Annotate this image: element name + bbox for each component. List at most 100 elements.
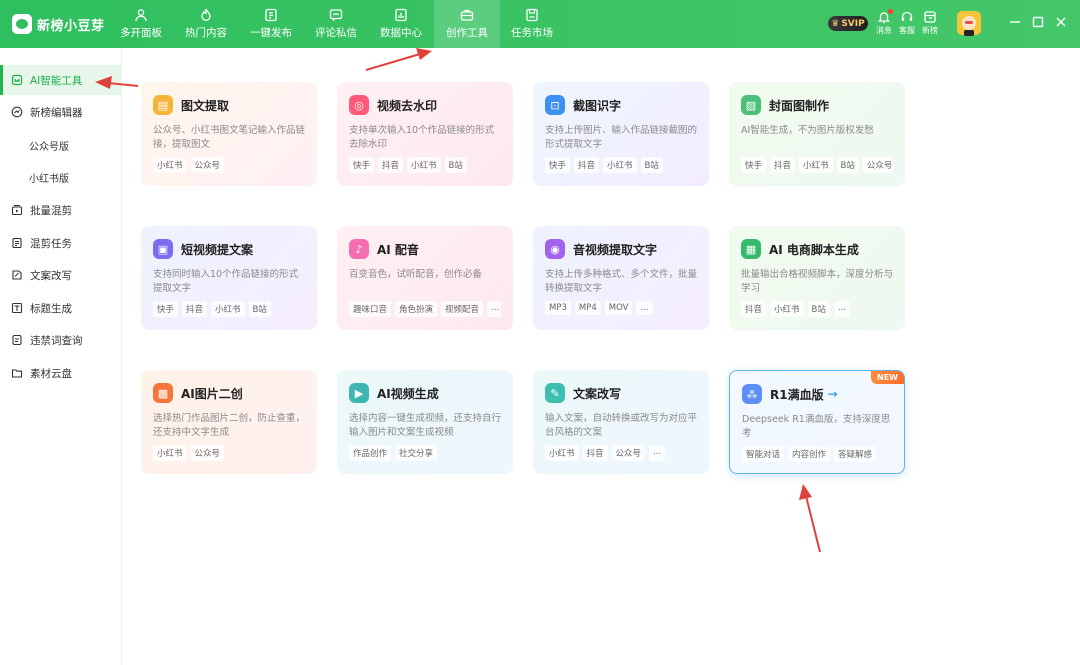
message-icon [329, 9, 343, 21]
platform-tag: 小红书 [407, 157, 441, 173]
card-title: 音视频提取文字 [573, 242, 658, 257]
ai-tool-icon [11, 74, 23, 86]
platform-tag: 小红书 [770, 301, 804, 317]
card-description: 选择热门作品图片二创，防止查重，还支持中文字生成 [153, 413, 305, 438]
nav-tab-data-center[interactable]: 数据中心 [375, 0, 427, 48]
tool-card-voice[interactable]: ♪ AI 配音 百变音色，试听配音，创作必备 趣味口音 角色扮演 视频配音... [337, 226, 513, 330]
newrank-button[interactable]: 新榜 [919, 10, 941, 36]
card-title: AI 配音 [377, 242, 419, 257]
tool-card-ecommerce-script[interactable]: ▦ AI 电商脚本生成 批量输出合格视频脚本，深度分析与学习 抖音 小红书 B站... [729, 226, 905, 330]
card-tags: 快手 抖音 小红书 B站 [153, 301, 305, 317]
copy-rewrite-icon: ✎ [545, 383, 565, 403]
ecommerce-script-icon: ▦ [741, 239, 761, 259]
platform-tag: 抖音 [574, 157, 600, 173]
nav-tab-comments-dm[interactable]: 评论私信 [310, 0, 362, 48]
title-icon [11, 302, 23, 314]
card-tags: 小红书 公众号 [153, 445, 305, 461]
maximize-icon[interactable] [1030, 14, 1046, 30]
platform-tag: 社交分享 [395, 445, 438, 461]
nav-tab-task-market[interactable]: 任务市场 [506, 0, 558, 48]
sidebar-item-batch-edit[interactable]: 批量混剪 [0, 195, 122, 225]
tool-card-watermark-remove[interactable]: ◎ 视频去水印 支持单次输入10个作品链接的形式去除水印 快手 抖音 小红书 B站 [337, 82, 513, 186]
platform-tag: 智能对话 [742, 446, 785, 462]
platform-tag: MP4 [574, 301, 601, 315]
fire-icon [201, 8, 211, 21]
platform-tag: 抖音 [770, 157, 796, 173]
platform-tag: 小红书 [545, 445, 579, 461]
tool-card-image-text[interactable]: ▤ 图文提取 公众号、小红书图文笔记输入作品链接，提取图文 小红书 公众号 [141, 82, 317, 186]
card-header: ⊡ 截图识字 [545, 94, 697, 116]
card-description: 支持上传多种格式、多个文件，批量转换提取文字 [545, 269, 697, 294]
rewrite-icon [12, 270, 22, 280]
platform-tag: 抖音 [182, 301, 208, 317]
image-remix-icon: ▩ [153, 383, 173, 403]
tool-card-video-generate[interactable]: ▶ AI视频生成 选择内容一键生成视频，还支持自行输入图片和文案生成视频 作品创作 社交… [337, 370, 513, 474]
card-header: ▦ AI 电商脚本生成 [741, 238, 893, 260]
card-header: ◎ 视频去水印 [349, 94, 501, 116]
app-brand: 新榜小豆芽 [12, 12, 105, 36]
annotation-arrow-tab [365, 48, 432, 71]
card-title: AI 电商脚本生成 [769, 242, 859, 257]
toolbox-icon [460, 9, 474, 21]
message-button[interactable]: 消息 [873, 9, 895, 36]
platform-tag: 快手 [153, 301, 179, 317]
card-tags: MP3 MP4 MOV... [545, 301, 697, 315]
platform-tag: 快手 [545, 157, 571, 173]
sidebar-item-forbidden-words[interactable]: 违禁词查询 [0, 325, 122, 355]
card-title: 图文提取 [181, 98, 230, 113]
card-header: ◉ 音视频提取文字 [545, 238, 697, 260]
sidebar-item-editor[interactable]: 新榜编辑器 [0, 97, 122, 127]
sidebar: AI智能工具 新榜编辑器 公众号版 小红书版 批量混剪 混剪任务 文案改写 标题… [0, 48, 122, 665]
tool-card-copy-rewrite[interactable]: ✎ 文案改写 输入文案，自动转换或改写为对应平台风格的文案 小红书 抖音 公众号... [533, 370, 709, 474]
nav-tab-multi-panel[interactable]: 多开面板 [115, 0, 167, 48]
minimize-icon[interactable] [1007, 14, 1023, 30]
publish-icon [265, 8, 277, 22]
crown-icon: ♛ [831, 18, 840, 29]
save-icon [526, 8, 538, 22]
card-description: 输入文案，自动转换或改写为对应平台风格的文案 [545, 413, 697, 438]
card-tags: 作品创作 社交分享 [349, 445, 501, 461]
card-tags: 智能对话 内容创作 答疑解惑 [742, 446, 892, 462]
nav-tab-hot-content[interactable]: 热门内容 [180, 0, 232, 48]
card-header: ▩ AI图片二创 [153, 382, 305, 404]
platform-tag: B站 [836, 157, 859, 173]
platform-tag: 快手 [349, 157, 375, 173]
card-title: AI图片二创 [181, 386, 243, 401]
tool-card-deepseek[interactable]: ⁂ R1满血版 → Deepseek R1满血版，支持深度思考 智能对话 内容创作 答疑解惑… [729, 370, 905, 474]
sidebar-item-edit-tasks[interactable]: 混剪任务 [0, 228, 122, 258]
tool-card-video-script[interactable]: ▣ 短视频提文案 支持同时输入10个作品链接的形式提取文字 快手 抖音 小红书 B站 [141, 226, 317, 330]
platform-tag: ... [833, 301, 850, 317]
card-description: 公众号、小红书图文笔记输入作品链接，提取图文 [153, 125, 305, 150]
newrank-icon [924, 11, 936, 23]
customer-service-button[interactable]: 客服 [896, 10, 918, 36]
tool-card-image-remix[interactable]: ▩ AI图片二创选择热门作品图片二创，防止查重，还支持中文字生成小红书 公众号 [141, 370, 317, 474]
card-title: 封面图制作 [769, 98, 830, 113]
video-script-icon: ▣ [153, 239, 173, 259]
card-tags: 快手 抖音 小红书 B站 [349, 157, 501, 173]
sidebar-item-title-generate[interactable]: 标题生成 [0, 293, 122, 323]
platform-tag: MP3 [545, 301, 571, 315]
tool-card-screenshot-ocr[interactable]: ⊡ 截图识字 支持上传图片、输入作品链接截图的形式提取文字 快手 抖音 小红书 B站 [533, 82, 709, 186]
platform-tag: ... [649, 445, 666, 461]
sidebar-item-copy-rewrite[interactable]: 文案改写 [0, 260, 122, 290]
sidebar-item-xiaohongshu-version[interactable]: 小红书版 [0, 162, 122, 192]
platform-tag: 趣味口音 [349, 301, 392, 317]
nav-tab-creation-tools[interactable]: 创作工具 [434, 0, 500, 48]
sidebar-item-ai-tools[interactable]: AI智能工具 [0, 65, 122, 95]
card-title: 短视频提文案 [181, 242, 254, 257]
platform-tag: ... [636, 301, 653, 315]
sidebar-item-wechat-version[interactable]: 公众号版 [0, 130, 122, 160]
platform-tag: 公众号 [190, 445, 225, 461]
platform-tag: 快手 [741, 157, 767, 173]
sidebar-item-material-cloud[interactable]: 素材云盘 [0, 358, 122, 388]
platform-tag: 抖音 [741, 301, 767, 317]
card-header: ♪ AI 配音 [349, 238, 501, 260]
platform-tag: 公众号 [862, 157, 893, 173]
cover-image-icon: ▨ [741, 95, 761, 115]
nav-tab-one-click-publish[interactable]: 一键发布 [245, 0, 297, 48]
card-description: Deepseek R1满血版，支持深度思考 [742, 414, 891, 439]
tool-card-audio-video-text[interactable]: ◉ 音视频提取文字 支持上传多种格式、多个文件，批量转换提取文字 MP3 MP4 MOV.… [533, 226, 709, 330]
tool-card-cover-image[interactable]: ▨ 封面图制作 AI智能生成，不为图片版权发愁 快手 抖音 小红书 B站 公众号 [729, 82, 905, 186]
close-icon[interactable] [1053, 14, 1069, 30]
svip-badge[interactable]: ♛ SVIP [828, 16, 868, 31]
